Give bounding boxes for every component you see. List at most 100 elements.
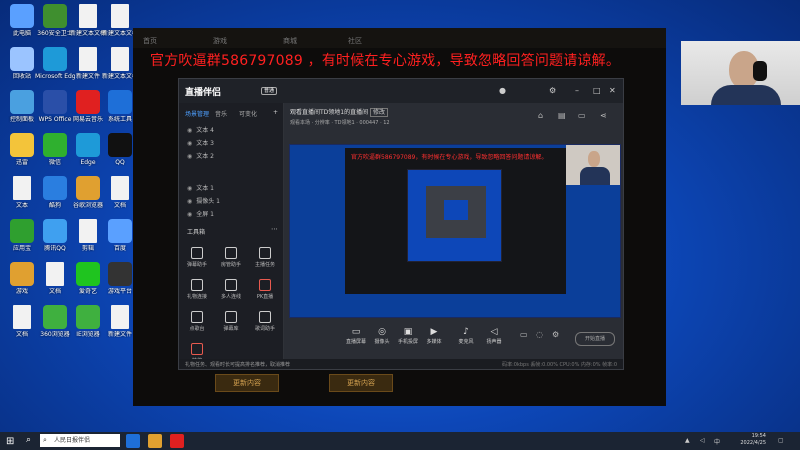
settings-icon[interactable]: ⚙: [549, 86, 556, 95]
minimize-icon[interactable]: –: [575, 86, 579, 95]
close-icon[interactable]: ✕: [609, 86, 616, 95]
maximize-icon[interactable]: □: [593, 86, 601, 95]
share-icon[interactable]: ⋖: [600, 111, 607, 120]
app-icon: [111, 305, 129, 329]
eye-icon[interactable]: ◉: [187, 127, 192, 134]
screen-share-button[interactable]: ▭ 直播屏幕: [342, 327, 370, 345]
layers-icon[interactable]: ▤: [558, 111, 566, 120]
tool-room-manager[interactable]: 房管助手: [217, 247, 245, 268]
app-icon: [10, 4, 34, 28]
taskbar-search-input[interactable]: ⌕ 人民日报伴侣: [40, 434, 120, 447]
eye-icon[interactable]: ◉: [187, 211, 192, 218]
app-badge[interactable]: 普通: [261, 87, 278, 95]
more-icon[interactable]: ⋯: [271, 225, 278, 233]
app-icon: [76, 305, 100, 329]
game-menu-item[interactable]: 社区: [348, 36, 362, 46]
clip-icon[interactable]: ▭: [578, 111, 586, 120]
room-info: 观看本场 · 分辨率 · TD领地1 · 000447 · 12: [290, 120, 390, 126]
search-field-icon: ⌕: [43, 436, 47, 444]
streaming-app-window[interactable]: 直播伴侣 普通 ● ⚙ – □ ✕ 场景管理 音乐 可变化 + ◉ 文本 4 ◉ 文…: [178, 78, 624, 370]
app-icon: [108, 219, 132, 243]
gear-icon[interactable]: ⚙: [552, 330, 559, 339]
tab-music[interactable]: 音乐: [215, 109, 227, 118]
scene-label: 摄像头 1: [196, 198, 220, 205]
app-icon: [43, 47, 67, 71]
tool-song[interactable]: 点歌台: [183, 311, 211, 332]
start-stream-button[interactable]: 开始直播: [575, 332, 615, 346]
room-title: 观看直播间TD领地1的直播间 修改: [290, 107, 389, 117]
edit-title-button[interactable]: 修改: [370, 108, 389, 117]
screen: 此电脑 360安全卫士 新建文本文档 新建文本文档 回收站 Microsoft Edge 新…: [0, 0, 800, 450]
tab-variable[interactable]: 可变化: [239, 109, 257, 118]
app-icon: [10, 90, 34, 114]
app-icon: [76, 176, 100, 200]
tool-multi-link[interactable]: 多人连线: [217, 279, 245, 300]
app-icon: [10, 262, 34, 286]
app-icon: [111, 4, 129, 28]
app-icon: [10, 47, 34, 71]
taskbar-app-netease[interactable]: [170, 434, 184, 448]
tray-input-icon[interactable]: 中: [714, 437, 720, 446]
app-icon: [43, 305, 67, 329]
tool-host-task[interactable]: 主播任务: [251, 247, 279, 268]
game-menu-item[interactable]: 游戏: [213, 36, 227, 46]
windows-start-icon[interactable]: ⊞: [6, 436, 14, 447]
status-bar: 礼物任务、观看时长可提高排名推荐，取消推荐 码率:0kbps 丢帧:0.00% …: [179, 359, 623, 369]
camera-toggle-icon[interactable]: ▭: [520, 330, 528, 339]
scene-label: 文本 3: [196, 140, 214, 147]
notification-icon[interactable]: ▢: [778, 437, 784, 444]
nested-preview: 官方吹逼群586797089，有时候在专心游戏，导致忽略回答问题请谅解。: [345, 148, 566, 294]
tool-danmaku-lib[interactable]: 弹幕库: [217, 311, 245, 332]
game-menu-item[interactable]: 商城: [283, 36, 297, 46]
eye-icon[interactable]: ◉: [187, 198, 192, 205]
game-menu-item[interactable]: 首页: [143, 36, 157, 46]
scene-item[interactable]: ◉ 摄像头 1: [187, 196, 220, 205]
app-icon: [10, 219, 34, 243]
app-icon: [76, 90, 100, 114]
clock[interactable]: 19:54 2022/4/25: [740, 433, 766, 447]
phone-cast-button[interactable]: ▣ 手机投屏: [394, 327, 422, 345]
status-stats: 码率:0kbps 丢帧:0.00% CPU:0% 内存:0% 帧率:0: [502, 362, 617, 368]
scene-label: 文本 2: [196, 153, 214, 160]
microphone-button[interactable]: ♪ 麦克风: [452, 327, 480, 345]
app-icon: [108, 90, 132, 114]
scene-item[interactable]: ◉ 全屏 1: [187, 209, 214, 218]
settings-small-icon[interactable]: ◌: [536, 330, 543, 339]
scene-item[interactable]: ◉ 文本 4: [187, 125, 214, 134]
game-tile[interactable]: 更新内容: [215, 374, 279, 392]
tab-scenes[interactable]: 场景管理: [185, 109, 209, 118]
app-icon: [79, 219, 97, 243]
lock-icon[interactable]: ⌂: [538, 111, 543, 120]
scene-label: 全屏 1: [196, 211, 214, 218]
taskbar-app-explorer[interactable]: [148, 434, 162, 448]
camera-button[interactable]: ◎ 摄像头: [368, 327, 396, 345]
avatar-icon[interactable]: ●: [499, 86, 506, 95]
game-tile[interactable]: 更新内容: [329, 374, 393, 392]
tray-network-icon[interactable]: ▲: [685, 437, 690, 444]
app-titlebar: 直播伴侣 普通 ● ⚙ – □ ✕: [179, 79, 623, 103]
speaker-button[interactable]: ◁ 扬声器: [480, 327, 508, 345]
eye-icon[interactable]: ◉: [187, 153, 192, 160]
tool-pk[interactable]: PK直播: [251, 279, 279, 300]
add-icon[interactable]: +: [273, 109, 278, 116]
person-body: [711, 85, 781, 105]
search-icon[interactable]: ⌕: [26, 435, 31, 445]
scene-item[interactable]: ◉ 文本 2: [187, 151, 214, 160]
tray-volume-icon[interactable]: ◁: [700, 437, 705, 444]
scene-item[interactable]: ◉ 文本 1: [187, 183, 214, 192]
taskbar-app-browser[interactable]: [126, 434, 140, 448]
eye-icon[interactable]: ◉: [187, 140, 192, 147]
stream-preview[interactable]: 官方吹逼群586797089，有时候在专心游戏，导致忽略回答问题请谅解。: [289, 144, 621, 318]
app-icon: [108, 133, 132, 157]
tool-danmaku[interactable]: 弹幕助手: [183, 247, 211, 268]
tool-lyrics[interactable]: 歌词助手: [251, 311, 279, 332]
nested-preview-level4: [444, 200, 468, 220]
scene-item[interactable]: ◉ 文本 3: [187, 138, 214, 147]
tool-gift-link[interactable]: 礼物连接: [183, 279, 211, 300]
app-icon: [43, 176, 67, 200]
media-button[interactable]: ▶ 多媒体: [420, 327, 448, 345]
bottom-toolbar: ▭ 直播屏幕 ◎ 摄像头 ▣ 手机投屏 ▶ 多媒体 ♪ 麦克风 ◁ 扬声器 ▭ ◌ ⚙ 开始…: [284, 327, 623, 359]
app-icon: [79, 4, 97, 28]
eye-icon[interactable]: ◉: [187, 185, 192, 192]
app-icon: [79, 47, 97, 71]
